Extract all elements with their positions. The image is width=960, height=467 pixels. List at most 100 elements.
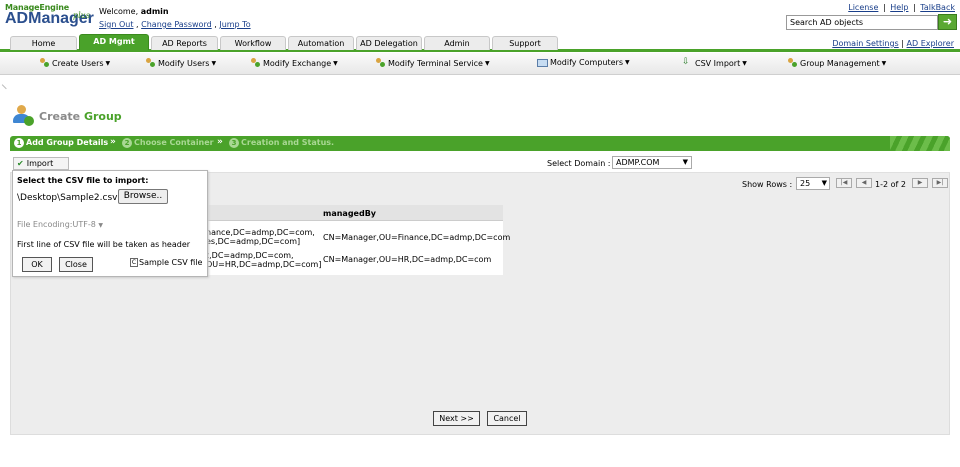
header: ManageEngine ADManager plus Welcome, adm… bbox=[0, 0, 960, 34]
tab-workflow[interactable]: Workflow bbox=[220, 36, 286, 50]
page-title-plain: Create bbox=[39, 110, 84, 123]
close-button[interactable]: Close bbox=[59, 257, 93, 272]
step-creation-status: 3 Creation and Status. bbox=[229, 138, 334, 148]
caret-down-icon: ▼ bbox=[105, 59, 111, 67]
wizard-decoration bbox=[890, 136, 950, 151]
page-range: 1-2 of 2 bbox=[875, 180, 906, 189]
step-number: 2 bbox=[122, 138, 132, 148]
first-page-icon[interactable]: |◀ bbox=[836, 178, 852, 188]
import-icon: ✔ bbox=[17, 159, 24, 168]
csv-icon: ⇩ bbox=[682, 57, 690, 67]
table-cell-partial: OU=HR,DC=admp,DC=com] bbox=[206, 260, 322, 269]
step-label: Creation and Status. bbox=[241, 138, 335, 147]
link-separator: , bbox=[136, 20, 139, 29]
csv-import-panel: Select the CSV file to import: \Desktop\… bbox=[12, 170, 208, 277]
header-note: First line of CSV file will be taken as … bbox=[17, 240, 191, 249]
caret-down-icon: ▼ bbox=[333, 59, 338, 67]
step-separator: » bbox=[110, 137, 116, 147]
menu-label: Create Users bbox=[52, 58, 104, 68]
caret-down-icon: ▼ bbox=[881, 59, 887, 67]
domain-links: Domain Settings | AD Explorer bbox=[832, 39, 954, 48]
caret-down-icon: ▼ bbox=[625, 59, 630, 66]
caret-down-icon: ▼ bbox=[211, 59, 217, 67]
users-icon bbox=[145, 58, 156, 68]
sample-csv-label: Sample CSV file bbox=[139, 258, 203, 267]
search-input[interactable]: Search AD objects bbox=[786, 15, 938, 30]
rows-value: 25 bbox=[800, 179, 811, 188]
main-tab-bar: Home AD Mgmt AD Reports Workflow Automat… bbox=[0, 34, 960, 52]
select-domain-label: Select Domain : bbox=[547, 159, 611, 168]
column-header-managedby[interactable]: managedBy bbox=[323, 209, 376, 218]
file-encoding-label: File Encoding:UTF-8 bbox=[17, 220, 96, 229]
domain-select[interactable]: ADMP.COM ▼ bbox=[612, 156, 692, 169]
sign-out-link[interactable]: Sign Out bbox=[99, 20, 134, 29]
change-password-link[interactable]: Change Password bbox=[141, 20, 212, 29]
welcome-label: Welcome, bbox=[99, 7, 139, 16]
cancel-button[interactable]: Cancel bbox=[487, 411, 527, 426]
browse-button[interactable]: Browse.. bbox=[118, 189, 168, 204]
import-button[interactable]: ✔ Import bbox=[13, 157, 69, 170]
last-page-icon[interactable]: ▶| bbox=[932, 178, 948, 188]
step-label: Add Group Details bbox=[26, 138, 109, 147]
top-links: License | Help | TalkBack bbox=[846, 3, 957, 12]
tab-home[interactable]: Home bbox=[10, 36, 77, 50]
menu-group-management[interactable]: Group Management ▼ bbox=[787, 58, 886, 68]
sample-csv-link[interactable]: C Sample CSV file bbox=[130, 258, 202, 267]
tab-ad-mgmt[interactable]: AD Mgmt bbox=[79, 34, 149, 50]
tab-automation[interactable]: Automation bbox=[288, 36, 354, 50]
menu-label: Modify Users bbox=[158, 58, 210, 68]
talkback-link[interactable]: TalkBack bbox=[920, 3, 955, 12]
menu-modify-terminal-service[interactable]: Modify Terminal Service ▼ bbox=[375, 58, 490, 68]
admanager-logo[interactable]: ManageEngine ADManager plus bbox=[5, 3, 94, 27]
domain-settings-link[interactable]: Domain Settings bbox=[832, 39, 898, 48]
terminal-service-icon bbox=[375, 58, 386, 68]
users-icon bbox=[39, 58, 50, 68]
menu-modify-exchange[interactable]: Modify Exchange ▼ bbox=[250, 58, 338, 68]
link-separator: , bbox=[214, 20, 217, 29]
help-link[interactable]: Help bbox=[890, 3, 908, 12]
menu-modify-computers[interactable]: Modify Computers ▼ bbox=[537, 58, 630, 67]
chevron-down-icon: ▼ bbox=[682, 158, 688, 166]
csv-file-path[interactable]: \Desktop\Sample2.csv bbox=[17, 193, 117, 203]
link-separator: | bbox=[882, 3, 886, 12]
tab-support[interactable]: Support bbox=[492, 36, 558, 50]
menu-label: CSV Import bbox=[695, 58, 741, 68]
table-cell-managedby: CN=Manager,OU=Finance,DC=admp,DC=com bbox=[323, 233, 511, 242]
file-encoding-select[interactable]: File Encoding:UTF-8 ▼ bbox=[17, 220, 103, 229]
license-link[interactable]: License bbox=[848, 3, 878, 12]
ok-button[interactable]: OK bbox=[22, 257, 52, 272]
import-panel-title: Select the CSV file to import: bbox=[17, 176, 149, 185]
step-choose-container: 2 Choose Container bbox=[122, 138, 214, 148]
step-label: Choose Container bbox=[134, 138, 214, 147]
rows-per-page-select[interactable]: 25 ▼ bbox=[796, 177, 830, 190]
menu-create-users[interactable]: Create Users ▼ bbox=[39, 58, 110, 68]
table-cell-partial: t,DC=admp,DC=com, bbox=[206, 251, 294, 260]
welcome-block: Welcome, admin Sign Out , Change Passwor… bbox=[99, 5, 251, 31]
step-number: 1 bbox=[14, 138, 24, 148]
exchange-icon bbox=[250, 58, 261, 68]
username: admin bbox=[140, 7, 169, 16]
chevron-down-icon: ▼ bbox=[821, 179, 827, 187]
tab-ad-delegation[interactable]: AD Delegation bbox=[356, 36, 422, 50]
menu-modify-users[interactable]: Modify Users ▼ bbox=[145, 58, 216, 68]
prev-page-icon[interactable]: ◀ bbox=[856, 178, 872, 188]
menu-label: Modify Exchange bbox=[263, 58, 332, 68]
table-cell-partial: es,DC=admp,DC=com] bbox=[206, 237, 301, 246]
menu-label: Modify Computers bbox=[550, 58, 623, 67]
search-go-icon[interactable]: ➜ bbox=[938, 14, 957, 30]
decorative-mark bbox=[1, 80, 11, 90]
domain-value: ADMP.COM bbox=[616, 158, 660, 167]
menu-csv-import[interactable]: ⇩ CSV Import ▼ bbox=[682, 58, 747, 68]
create-group-icon bbox=[12, 105, 34, 127]
next-page-icon[interactable]: ▶ bbox=[912, 178, 928, 188]
link-separator: | bbox=[913, 3, 916, 12]
show-rows-label: Show Rows : bbox=[742, 180, 793, 189]
jump-to-link[interactable]: Jump To bbox=[219, 20, 250, 29]
next-button[interactable]: Next >> bbox=[433, 411, 480, 426]
tab-ad-reports[interactable]: AD Reports bbox=[151, 36, 218, 50]
page-title: Create Group bbox=[39, 110, 122, 123]
step-separator: » bbox=[217, 137, 223, 147]
ad-explorer-link[interactable]: AD Explorer bbox=[907, 39, 954, 48]
tab-admin[interactable]: Admin bbox=[424, 36, 490, 50]
caret-down-icon: ▼ bbox=[484, 59, 490, 67]
